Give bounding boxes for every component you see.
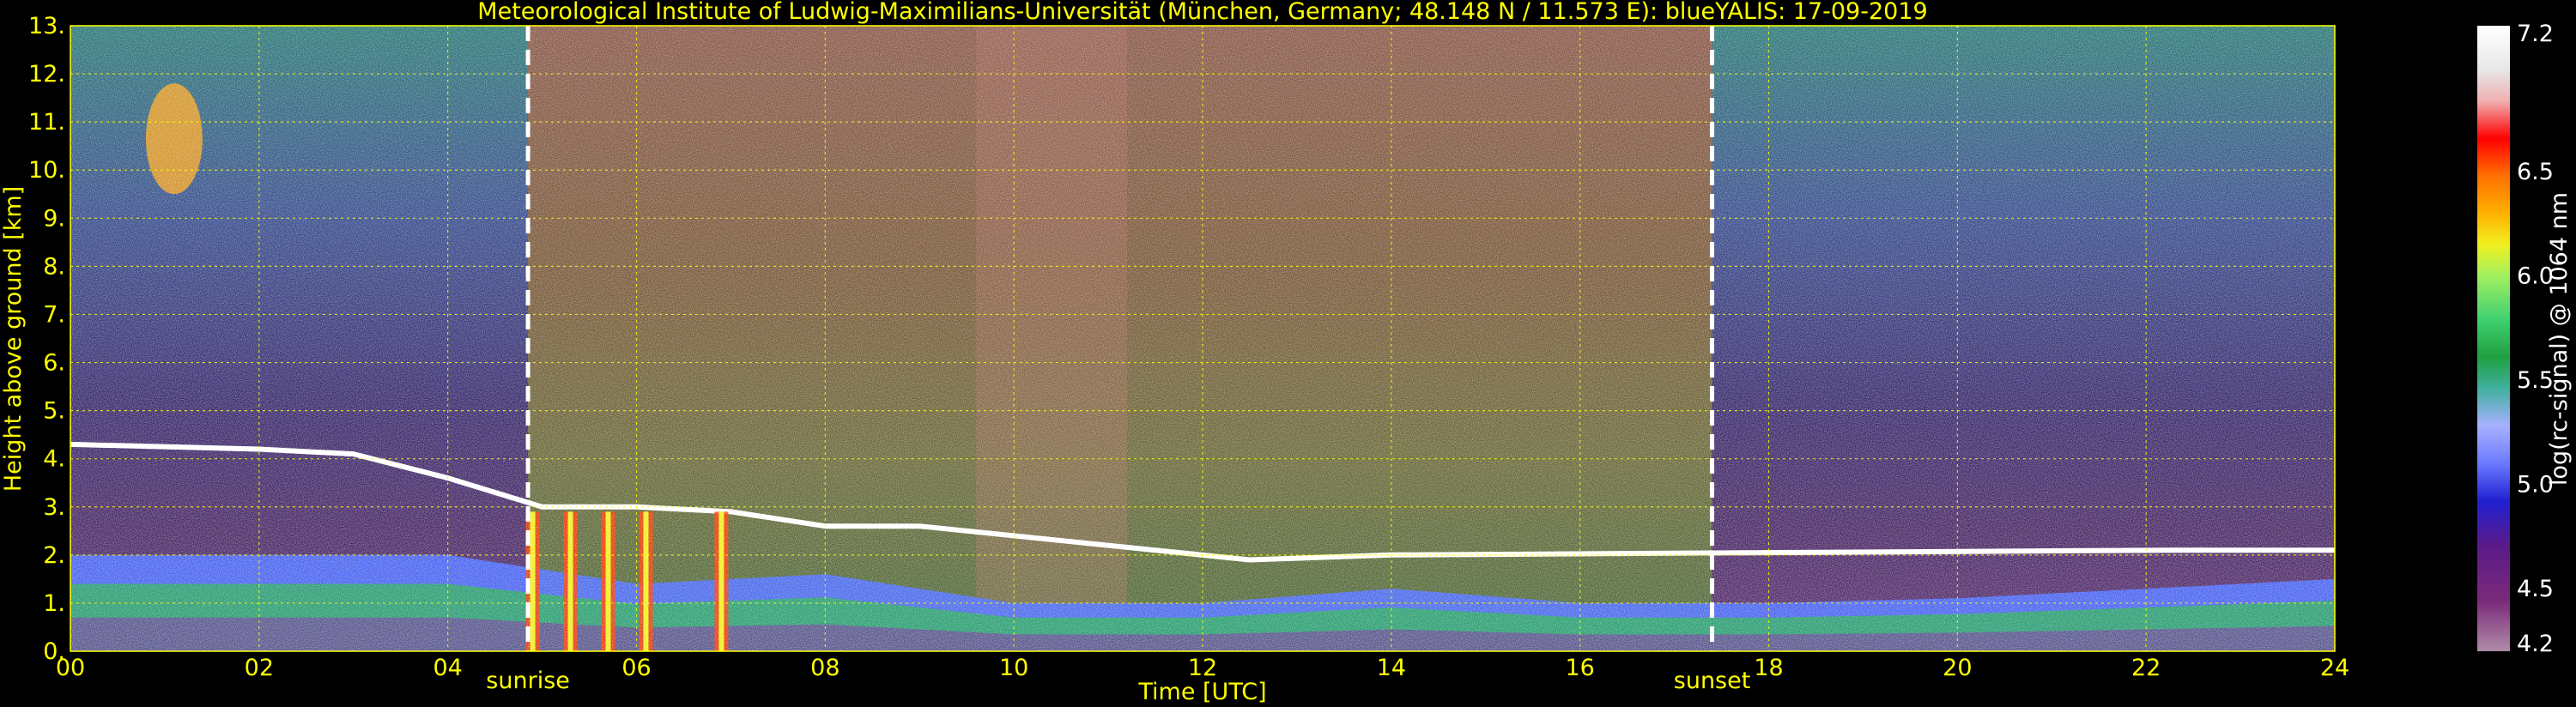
y-tick-label: 0. (43, 638, 65, 665)
y-tick-label: 5. (43, 398, 65, 425)
x-tick-label: 22 (2131, 655, 2161, 681)
x-tick-label: 12 (1188, 655, 1217, 681)
y-tick-label: 11. (28, 109, 65, 136)
y-tick-label: 4. (43, 446, 65, 473)
y-tick-label: 2. (43, 542, 65, 569)
y-tick-label: 3. (43, 494, 65, 521)
x-tick-label: 20 (1943, 655, 1972, 681)
lidar-chart: Meteorological Institute of Ludwig-Maxim… (0, 0, 2573, 705)
x-tick-label: 04 (433, 655, 462, 681)
colorbar-gradient (2477, 26, 2510, 651)
x-tick-labels: 00 02 04 06 08 10 12 14 16 18 20 22 24 (56, 655, 2349, 681)
colorbar-tick-label: 4.5 (2517, 576, 2554, 602)
x-tick-label: 08 (810, 655, 839, 681)
y-tick-label: 13. (28, 13, 65, 39)
y-tick-label: 12. (28, 61, 65, 88)
y-tick-label: 8. (43, 253, 65, 280)
x-tick-label: 24 (2320, 655, 2349, 681)
y-axis-label: Height above ground [km] (0, 186, 27, 492)
y-tick-label: 1. (43, 590, 65, 617)
y-tick-labels: 0. 1. 2. 3. 4. 5. 6. 7. 8. 9. 10. 11. 12. 13. (28, 13, 65, 665)
x-tick-label: 10 (999, 655, 1028, 681)
colorbar-tick-label: 7.2 (2517, 21, 2554, 47)
plot-area (70, 26, 2335, 651)
sunrise-label: sunrise (486, 668, 570, 694)
x-tick-label: 14 (1377, 655, 1406, 681)
annotations: sunrise sunset (486, 668, 1750, 694)
sunset-label: sunset (1674, 668, 1751, 694)
y-tick-label: 10. (28, 157, 65, 184)
chart-title: Meteorological Institute of Ludwig-Maxim… (477, 0, 1927, 25)
colorbar: 4.24.55.05.56.06.57.2 log(rc-signal) @ 1… (2477, 21, 2573, 657)
y-tick-label: 7. (43, 301, 65, 328)
colorbar-tick-label: 4.2 (2517, 631, 2554, 657)
x-tick-label: 06 (621, 655, 651, 681)
x-axis-label: Time [UTC] (1137, 679, 1266, 705)
y-tick-label: 9. (43, 205, 65, 232)
colorbar-label: log(rc-signal) @ 1064 nm (2546, 192, 2573, 486)
x-tick-label: 18 (1754, 655, 1783, 681)
x-tick-label: 16 (1565, 655, 1594, 681)
y-tick-label: 6. (43, 350, 65, 377)
colorbar-tick-label: 6.5 (2517, 159, 2554, 185)
x-tick-label: 02 (245, 655, 274, 681)
